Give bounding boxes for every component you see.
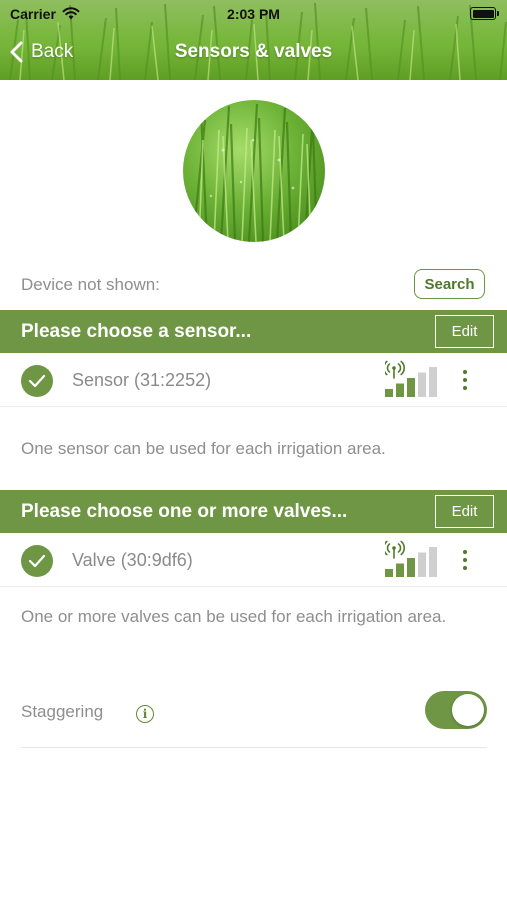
signal-bar: [418, 552, 426, 577]
signal-bar: [407, 558, 415, 577]
signal-bar: [407, 378, 415, 397]
edit-valves-button[interactable]: Edit: [435, 495, 494, 528]
signal-bar: [429, 367, 437, 397]
info-icon[interactable]: i: [136, 705, 154, 723]
sensor-list-item[interactable]: Sensor (31:2252): [0, 353, 507, 407]
device-not-shown-row: Device not shown: Search: [0, 266, 507, 302]
device-not-shown-label: Device not shown:: [21, 275, 160, 294]
signal-strength-icon: [385, 540, 437, 577]
staggering-toggle[interactable]: [425, 691, 487, 729]
valve-list-item[interactable]: Valve (30:9df6): [0, 533, 507, 587]
signal-bar: [396, 563, 404, 577]
nav-bar: Back Sensors & valves: [0, 30, 507, 74]
valve-name: Valve (30:9df6): [72, 550, 193, 570]
signal-bar: [429, 547, 437, 577]
valve-section-header: Please choose one or more valves... Edit: [0, 490, 507, 533]
signal-strength-icon: [385, 360, 437, 397]
more-options-button[interactable]: [456, 545, 474, 575]
staggering-label: Staggering: [21, 702, 104, 721]
more-vertical-icon: [463, 550, 467, 554]
area-photo: [183, 100, 325, 242]
header-banner: Carrier 2:03 PM Back Sensors & valves: [0, 0, 507, 80]
checkmark-icon: [21, 365, 53, 397]
signal-bar: [418, 372, 426, 397]
sensor-note: One sensor can be used for each irrigati…: [21, 439, 386, 458]
sensor-section-title: Please choose a sensor...: [21, 321, 252, 342]
more-vertical-icon: [463, 370, 467, 374]
toggle-knob: [452, 694, 484, 726]
valve-note: One or more valves can be used for each …: [21, 607, 447, 626]
signal-bar: [385, 389, 393, 397]
battery-icon: [470, 7, 499, 20]
sensor-name: Sensor (31:2252): [72, 370, 212, 390]
more-options-button[interactable]: [456, 365, 474, 395]
valve-section-title: Please choose one or more valves...: [21, 501, 348, 522]
page-title: Sensors & valves: [174, 41, 333, 62]
staggering-row: Staggering i: [0, 680, 507, 748]
divider: [21, 747, 487, 748]
search-button[interactable]: Search: [414, 269, 485, 299]
signal-bar: [396, 383, 404, 397]
signal-bar: [385, 569, 393, 577]
sensor-section-header: Please choose a sensor... Edit: [0, 310, 507, 353]
checkmark-icon: [21, 545, 53, 577]
edit-sensor-button[interactable]: Edit: [435, 315, 494, 348]
clock: 2:03 PM: [227, 6, 280, 22]
status-bar: Carrier 2:03 PM: [0, 0, 507, 28]
